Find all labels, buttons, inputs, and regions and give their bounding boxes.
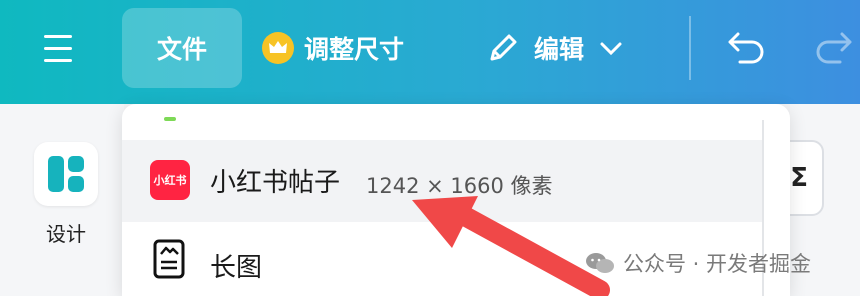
wechat-icon — [586, 253, 614, 273]
watermark: 公众号 · 开发者掘金 — [585, 248, 811, 278]
watermark-text: 公众号 · 开发者掘金 — [623, 252, 812, 276]
